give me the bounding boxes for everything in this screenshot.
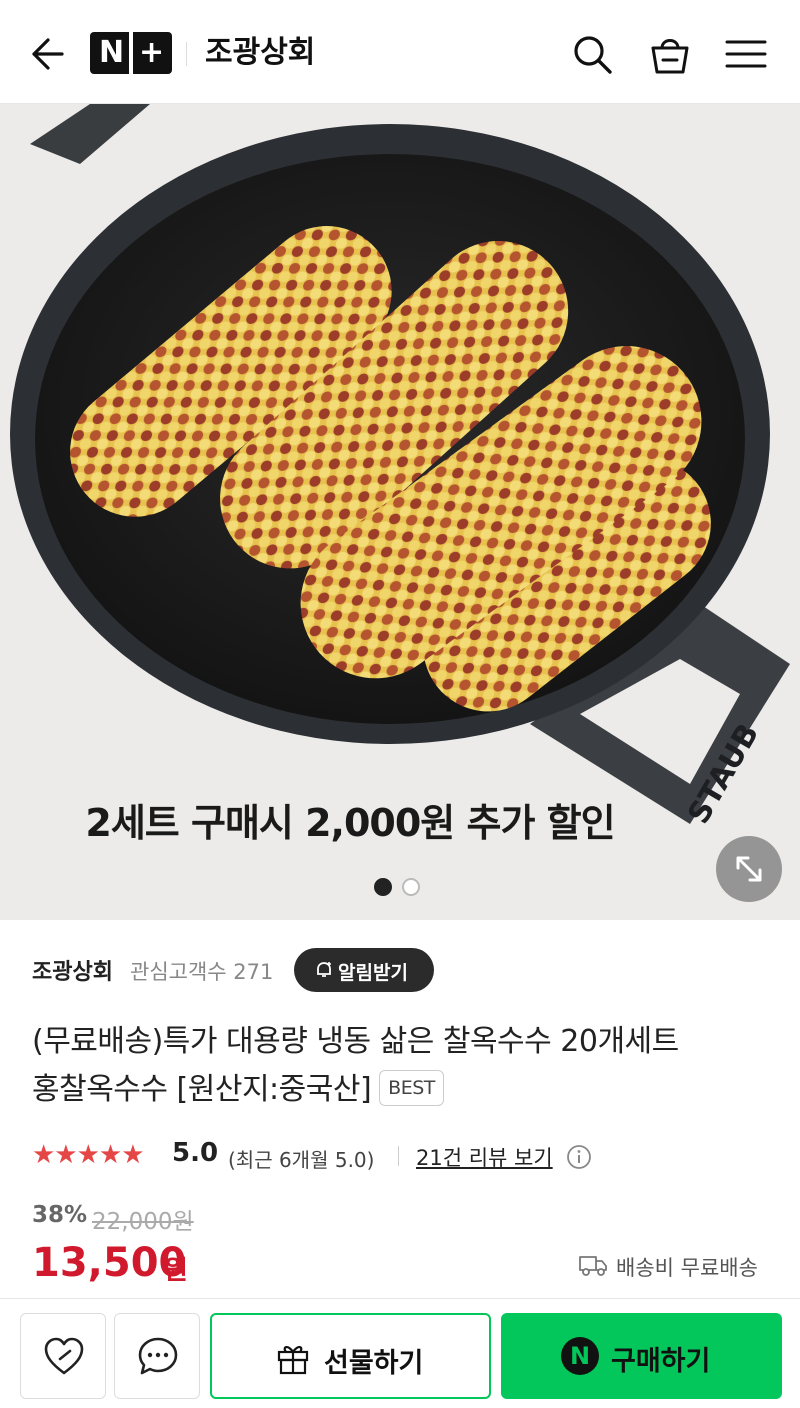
shipping-info[interactable]: 배송비 무료배송 xyxy=(578,1250,778,1280)
notify-label: 알림받기 xyxy=(338,962,408,984)
original-price: 22,000원 xyxy=(92,1209,194,1235)
heart-icon xyxy=(44,1337,84,1375)
rating-divider xyxy=(398,1146,399,1166)
top-header: N + 조광상회 xyxy=(0,0,800,104)
store-name-label[interactable]: 조광상회 xyxy=(32,954,113,986)
product-title-line2: 홍찰옥수수 [원산지:중국산] xyxy=(32,1072,372,1107)
store-info-row: 조광상회 관심고객수 271 알림받기 xyxy=(32,946,772,994)
buy-button[interactable]: N 구매하기 xyxy=(501,1313,782,1399)
star-rating-icon: ★★★★★ xyxy=(32,1140,145,1170)
product-title: (무료배송)특가 대용량 냉동 삶은 찰옥수수 20개세트 홍찰옥수수 [원산지… xyxy=(32,1018,782,1114)
chat-bubble-icon xyxy=(138,1337,178,1375)
back-arrow-icon[interactable] xyxy=(26,34,66,74)
search-icon[interactable] xyxy=(570,32,614,76)
header-divider xyxy=(186,42,187,66)
bell-plus-icon xyxy=(317,962,331,977)
shopping-bag-icon[interactable] xyxy=(648,32,692,76)
truck-icon xyxy=(578,1252,608,1278)
interest-count: 관심고객수 271 xyxy=(130,960,274,984)
gift-icon xyxy=(277,1346,309,1375)
bottom-action-bar: 선물하기 N 구매하기 xyxy=(0,1298,800,1408)
rating-row: ★★★★★ 5.0 (최근 6개월 5.0) 21건 리뷰 보기 xyxy=(32,1136,772,1176)
review-link[interactable]: 21건 리뷰 보기 xyxy=(416,1142,553,1172)
shipping-label: 배송비 무료배송 xyxy=(616,1256,758,1280)
rating-score: 5.0 xyxy=(172,1138,219,1168)
info-icon[interactable] xyxy=(566,1144,592,1170)
gift-label: 선물하기 xyxy=(324,1348,424,1379)
pagination-dot[interactable] xyxy=(402,878,420,896)
discount-rate: 38% xyxy=(32,1202,88,1228)
sale-price-unit: 원 xyxy=(164,1256,188,1286)
gift-button[interactable]: 선물하기 xyxy=(210,1313,491,1399)
header-store-name[interactable]: 조광상회 xyxy=(205,32,315,74)
product-image[interactable]: STAUB 2세트 구매시 2,000원 추가 할인 xyxy=(0,104,800,920)
naver-pay-icon: N xyxy=(561,1337,599,1375)
best-badge: BEST xyxy=(379,1069,444,1106)
rating-recent: (최근 6개월 5.0) xyxy=(228,1148,375,1172)
notify-button[interactable]: 알림받기 xyxy=(294,948,434,992)
naver-plus-logo[interactable]: N + xyxy=(90,32,172,74)
expand-icon[interactable] xyxy=(716,836,782,902)
buy-label: 구매하기 xyxy=(611,1346,711,1377)
hamburger-menu-icon[interactable] xyxy=(724,32,768,76)
hero-caption: 2세트 구매시 2,000원 추가 할인 xyxy=(85,801,615,845)
product-title-line1: (무료배송)특가 대용량 냉동 삶은 찰옥수수 20개세트 xyxy=(32,1024,679,1059)
chat-button[interactable] xyxy=(114,1313,200,1399)
pagination-dot-active[interactable] xyxy=(374,878,392,896)
image-pagination[interactable] xyxy=(374,878,434,898)
wishlist-button[interactable] xyxy=(20,1313,106,1399)
